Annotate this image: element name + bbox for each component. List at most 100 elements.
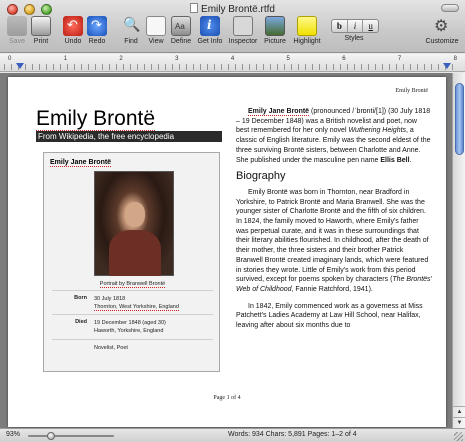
left-margin-marker[interactable]	[16, 63, 24, 69]
undo-button[interactable]: Undo	[62, 16, 84, 50]
died-date: 19 December 1848 (aged 30)	[94, 320, 166, 326]
intro-paragraph: Emily Jane Brontë (pronounced /ˈbrɒnti/[…	[236, 107, 432, 165]
ruler-number: 1	[63, 56, 68, 62]
died-label: Died	[75, 319, 87, 325]
inspector-label: Inspector	[228, 38, 258, 45]
ruler[interactable]: 0 1 2 3 4 5 6 7 8	[0, 54, 465, 72]
bold-button[interactable]: b	[332, 20, 348, 32]
find-label: Find	[124, 38, 138, 45]
document-icon	[190, 3, 199, 13]
highlight-label: Highlight	[293, 38, 321, 45]
ruler-number: 6	[342, 56, 346, 62]
article-title: Emily Brontë	[36, 107, 156, 131]
save-label: Save	[9, 38, 25, 45]
infobox-heading-text: Emily Jane Brontë	[50, 159, 112, 167]
infobox-heading: Emily Jane Brontë	[50, 159, 112, 167]
intro-name: Emily Jane Brontë	[248, 108, 310, 116]
ruler-ticks	[4, 64, 459, 70]
styles-segmented-control: b i u	[331, 19, 379, 33]
dictionary-icon	[171, 16, 191, 36]
info-icon	[200, 16, 220, 36]
ruler-number: 5	[286, 56, 290, 62]
print-button[interactable]: Print	[30, 16, 52, 50]
divider	[52, 339, 213, 340]
toolbar-toggle-button[interactable]	[441, 4, 459, 12]
article-body: Emily Jane Brontë (pronounced /ˈbrɒnti/[…	[236, 107, 432, 338]
running-header: Emily Brontë	[395, 88, 429, 94]
intro-novel: Wuthering Heights	[348, 127, 407, 135]
wikipedia-subtitle: From Wikipedia, the free encyclopedia	[36, 131, 222, 142]
page[interactable]: Emily Brontë Emily Brontë From Wikipedia…	[8, 77, 446, 427]
define-label: Define	[170, 38, 192, 45]
zoom-slider[interactable]	[28, 435, 114, 437]
occupation-value: Novelist, Poet	[94, 345, 128, 351]
vertical-scrollbar[interactable]: ▲ ▼	[452, 73, 465, 428]
document-counts: Words: 934 Chars: 5,891 Pages: 1–2 of 4	[228, 431, 357, 438]
window-title: Emily Brontë.rtfd	[0, 3, 465, 15]
redo-icon	[87, 16, 107, 36]
ruler-number: 2	[119, 56, 123, 62]
scrollbar-thumb[interactable]	[455, 83, 464, 155]
born-label: Born	[74, 295, 87, 301]
highlighter-icon	[297, 16, 317, 36]
scroll-up-arrow-icon[interactable]: ▲	[453, 406, 465, 417]
died-place: Haworth, Yorkshire, England	[94, 328, 164, 334]
view-button[interactable]: View	[145, 16, 167, 50]
zoom-slider-knob[interactable]	[47, 432, 56, 440]
article-title-text: Emily Brontë	[36, 107, 156, 131]
ruler-number: 7	[397, 56, 402, 62]
biography-paragraph-2: In 1842, Emily commenced work as a gover…	[236, 302, 423, 330]
ruler-number: 8	[453, 56, 457, 62]
born-place: Thornton, West Yorkshire, England	[94, 304, 179, 311]
scroll-arrows: ▲ ▼	[453, 406, 465, 428]
inspector-button[interactable]: Inspector	[227, 16, 259, 50]
undo-icon	[63, 16, 83, 36]
portrait-image[interactable]	[94, 171, 174, 276]
ruler-number: 3	[175, 56, 179, 62]
right-margin-marker[interactable]	[443, 63, 451, 69]
print-label: Print	[33, 38, 49, 45]
redo-button[interactable]: Redo	[86, 16, 108, 50]
document-scroll-area: Emily Brontë Emily Brontë From Wikipedia…	[0, 73, 452, 428]
portrait-caption: Portrait by Branwell Brontë	[44, 281, 221, 288]
italic-button[interactable]: i	[348, 20, 364, 32]
intro-pen-name: Ellis Bell	[380, 156, 410, 164]
find-button[interactable]: Find	[120, 16, 142, 50]
died-value: 19 December 1848 (aged 30) Haworth, Yorks…	[94, 319, 214, 335]
zoom-level: 93%	[6, 431, 21, 438]
born-date: 30 July 1818	[94, 296, 126, 302]
resize-grip[interactable]	[454, 432, 463, 441]
undo-label: Undo	[64, 38, 82, 45]
picture-label: Picture	[264, 38, 286, 45]
bio-text-a: Emily Brontë was born in Thornton, near …	[236, 188, 429, 284]
picture-icon	[265, 16, 285, 36]
title-toolbar: Emily Brontë.rtfd Save Print Undo Redo F…	[0, 0, 465, 53]
inspector-icon	[233, 16, 253, 36]
bio-text-b: , Fannie Ratchford, 1941).	[291, 285, 373, 293]
styles-label-wrap: Styles	[339, 35, 369, 47]
infobox: Emily Jane Brontë Portrait by Branwell B…	[43, 152, 220, 372]
customize-label: Customize	[425, 38, 459, 45]
view-icon	[146, 16, 166, 36]
styles-label: Styles	[344, 35, 364, 42]
print-icon	[31, 16, 51, 36]
picture-button[interactable]: Picture	[262, 16, 288, 50]
biography-paragraph-1: Emily Brontë was born in Thornton, near …	[236, 188, 432, 295]
gear-icon	[432, 16, 452, 36]
scroll-down-arrow-icon[interactable]: ▼	[453, 417, 465, 428]
divider	[52, 314, 213, 315]
portrait-caption-text: Portrait by Branwell Brontë	[99, 281, 166, 288]
customize-button[interactable]: Customize	[424, 16, 460, 50]
underline-button[interactable]: u	[363, 20, 378, 32]
ruler-numbers: 0 1 2 3 4 5 6 7 8	[8, 56, 457, 62]
define-button[interactable]: Define	[169, 16, 193, 50]
find-icon	[121, 16, 141, 36]
divider	[52, 290, 213, 291]
get-info-label: Get Info	[197, 38, 223, 45]
highlight-button[interactable]: Highlight	[290, 16, 324, 50]
redo-label: Redo	[88, 38, 106, 45]
save-button[interactable]: Save	[4, 16, 30, 50]
get-info-button[interactable]: Get Info	[196, 16, 224, 50]
born-value: 30 July 1818 Thornton, West Yorkshire, En…	[94, 295, 214, 311]
ruler-number: 0	[8, 56, 12, 62]
